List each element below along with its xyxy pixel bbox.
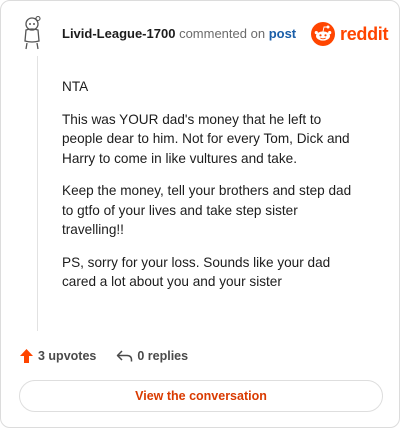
snoo-avatar-icon[interactable]: [19, 15, 49, 51]
brand-name: reddit: [340, 23, 389, 44]
comment-body: NTA This was YOUR dad's money that he le…: [62, 77, 352, 305]
comment-paragraph: PS, sorry for your loss. Sounds like you…: [62, 254, 331, 290]
commented-on-text: commented on: [179, 26, 266, 41]
replies-button[interactable]: 0 replies: [116, 349, 188, 363]
thread-line: [37, 56, 38, 331]
upvote-arrow-icon: [20, 349, 33, 363]
reddit-snoo-icon: [311, 22, 335, 46]
reply-count: 0 replies: [137, 349, 189, 363]
upvote-count: 3 upvotes: [38, 349, 97, 363]
post-link[interactable]: post: [269, 26, 296, 41]
comment-header: Livid-League-1700 commented on post: [62, 25, 296, 43]
reddit-logo[interactable]: reddit: [311, 21, 389, 47]
upvote-button[interactable]: 3 upvotes: [19, 348, 96, 364]
comment-card: Livid-League-1700 commented on post redd…: [0, 0, 400, 428]
comment-paragraph: This was YOUR dad's money that he left t…: [62, 111, 350, 166]
reply-arrow-icon: [117, 350, 133, 362]
comment-paragraph: Keep the money, tell your brothers and s…: [62, 183, 352, 237]
username[interactable]: Livid-League-1700: [62, 26, 175, 41]
view-conversation-button[interactable]: View the conversation: [19, 380, 383, 412]
comment-actions: 3 upvotes 0 replies: [19, 347, 188, 365]
comment-paragraph: NTA: [62, 79, 89, 94]
